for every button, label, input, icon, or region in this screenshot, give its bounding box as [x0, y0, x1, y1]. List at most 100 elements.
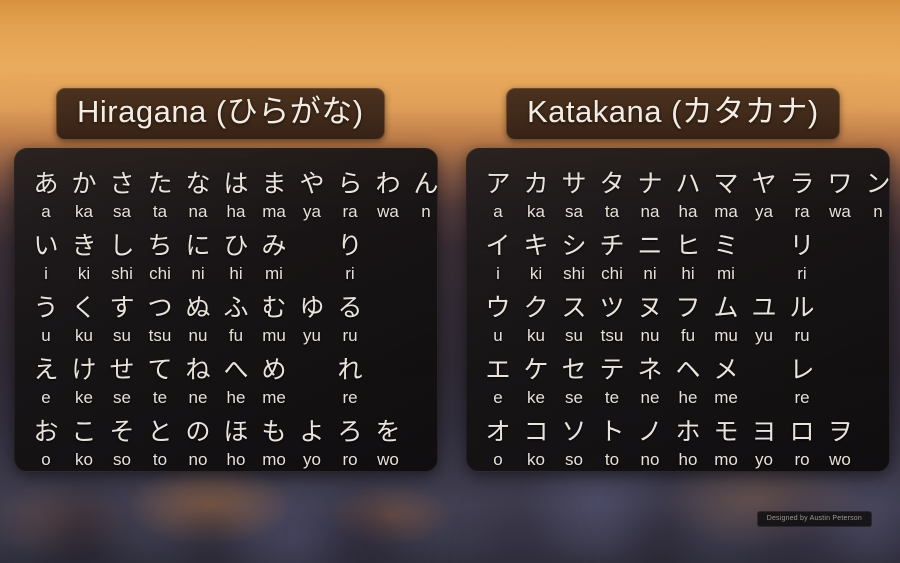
- kana-cell[interactable]: ヤ ya: [745, 169, 783, 223]
- kana-cell[interactable]: モ mo: [707, 417, 745, 471]
- kana-cell[interactable]: ヲ wo: [821, 417, 859, 471]
- kana-cell[interactable]: おo: [27, 417, 65, 471]
- kana-cell[interactable]: セ se: [555, 355, 593, 409]
- kana-romaji: a: [41, 201, 51, 221]
- kana-cell[interactable]: あa: [27, 169, 65, 223]
- kana-cell[interactable]: す su: [103, 293, 141, 347]
- kana-cell[interactable]: せ se: [103, 355, 141, 409]
- kana-cell[interactable]: アa: [479, 169, 517, 223]
- kana-cell[interactable]: り ri: [331, 231, 369, 285]
- kana-cell[interactable]: く ku: [65, 293, 103, 347]
- kana-cell[interactable]: リ ri: [783, 231, 821, 285]
- kana-cell[interactable]: ヌ nu: [631, 293, 669, 347]
- kana-cell[interactable]: マ ma: [707, 169, 745, 223]
- kana-cell[interactable]: ホ ho: [669, 417, 707, 471]
- kana-cell[interactable]: ク ku: [517, 293, 555, 347]
- kana-cell[interactable]: ノ no: [631, 417, 669, 471]
- kana-cell[interactable]: レ re: [783, 355, 821, 409]
- kana-cell[interactable]: キ ki: [517, 231, 555, 285]
- kana-cell-empty: [821, 231, 859, 285]
- kana-cell[interactable]: み mi: [255, 231, 293, 285]
- kana-cell[interactable]: も mo: [255, 417, 293, 471]
- kana-cell[interactable]: さ sa: [103, 169, 141, 223]
- kana-cell[interactable]: れ re: [331, 355, 369, 409]
- kana-row: イ i キ ki シ shi チ chi ニ ni ヒ hi ミ mi リ ri: [479, 223, 877, 285]
- kana-cell[interactable]: な na: [179, 169, 217, 223]
- kana-cell[interactable]: えe: [27, 355, 65, 409]
- kana-cell[interactable]: エe: [479, 355, 517, 409]
- kana-cell[interactable]: て te: [141, 355, 179, 409]
- kana-cell[interactable]: や ya: [293, 169, 331, 223]
- kana-cell[interactable]: ミ mi: [707, 231, 745, 285]
- kana-cell[interactable]: む mu: [255, 293, 293, 347]
- kana-cell[interactable]: コ ko: [517, 417, 555, 471]
- kana-cell[interactable]: うu: [27, 293, 65, 347]
- kana-cell[interactable]: ヒ hi: [669, 231, 707, 285]
- kana-cell[interactable]: ふ fu: [217, 293, 255, 347]
- kana-glyph: キ: [523, 231, 549, 260]
- kana-cell[interactable]: チ chi: [593, 231, 631, 285]
- kana-cell[interactable]: め me: [255, 355, 293, 409]
- kana-cell[interactable]: ソ so: [555, 417, 593, 471]
- kana-cell[interactable]: ネ ne: [631, 355, 669, 409]
- kana-cell[interactable]: ら ra: [331, 169, 369, 223]
- kana-cell[interactable]: ち chi: [141, 231, 179, 285]
- kana-cell[interactable]: ヘ he: [669, 355, 707, 409]
- kana-cell[interactable]: ひ hi: [217, 231, 255, 285]
- kana-cell[interactable]: を wo: [369, 417, 407, 471]
- kana-cell[interactable]: か ka: [65, 169, 103, 223]
- kana-cell[interactable]: テ te: [593, 355, 631, 409]
- kana-cell[interactable]: ロ ro: [783, 417, 821, 471]
- kana-cell[interactable]: いi: [27, 231, 65, 285]
- kana-cell[interactable]: に ni: [179, 231, 217, 285]
- kana-cell[interactable]: へ he: [217, 355, 255, 409]
- kana-cell[interactable]: ウu: [479, 293, 517, 347]
- kana-cell[interactable]: と to: [141, 417, 179, 471]
- kana-cell[interactable]: ワ wa: [821, 169, 859, 223]
- kana-cell[interactable]: ケ ke: [517, 355, 555, 409]
- kana-cell[interactable]: し shi: [103, 231, 141, 285]
- kana-romaji: ra: [342, 201, 358, 221]
- kana-row: ウ u ク ku ス su ツ tsu ヌ nu フ fu ム mu ユ yu ル ru: [479, 285, 877, 347]
- kana-cell[interactable]: メ me: [707, 355, 745, 409]
- kana-cell[interactable]: こ ko: [65, 417, 103, 471]
- hiragana-chart-panel: あ a か ka さ sa た ta な na は ha ま ma や ya ら ra わ wa ん n い i き ki し shi…: [14, 147, 439, 472]
- kana-cell[interactable]: よ yo: [293, 417, 331, 471]
- kana-cell[interactable]: ス su: [555, 293, 593, 347]
- kana-cell[interactable]: ニ ni: [631, 231, 669, 285]
- kana-cell[interactable]: イi: [479, 231, 517, 285]
- kana-cell[interactable]: サ sa: [555, 169, 593, 223]
- kana-cell[interactable]: ろ ro: [331, 417, 369, 471]
- kana-cell[interactable]: る ru: [331, 293, 369, 347]
- kana-cell[interactable]: そ so: [103, 417, 141, 471]
- kana-cell[interactable]: ル ru: [783, 293, 821, 347]
- kana-cell[interactable]: ゆ yu: [293, 293, 331, 347]
- kana-cell[interactable]: ハ ha: [669, 169, 707, 223]
- kana-cell[interactable]: け ke: [65, 355, 103, 409]
- kana-cell[interactable]: ム mu: [707, 293, 745, 347]
- kana-cell[interactable]: んn: [407, 169, 445, 223]
- kana-cell[interactable]: つ tsu: [141, 293, 179, 347]
- kana-cell[interactable]: ね ne: [179, 355, 217, 409]
- kana-cell[interactable]: オo: [479, 417, 517, 471]
- kana-cell[interactable]: カ ka: [517, 169, 555, 223]
- kana-cell[interactable]: タ ta: [593, 169, 631, 223]
- kana-cell[interactable]: わ wa: [369, 169, 407, 223]
- kana-cell[interactable]: ト to: [593, 417, 631, 471]
- kana-cell[interactable]: ヨ yo: [745, 417, 783, 471]
- kana-cell[interactable]: ツ tsu: [593, 293, 631, 347]
- kana-cell[interactable]: フ fu: [669, 293, 707, 347]
- kana-cell[interactable]: た ta: [141, 169, 179, 223]
- kana-cell[interactable]: ンn: [859, 169, 897, 223]
- kana-cell[interactable]: ま ma: [255, 169, 293, 223]
- kana-cell[interactable]: ほ ho: [217, 417, 255, 471]
- kana-cell[interactable]: の no: [179, 417, 217, 471]
- kana-romaji: mu: [262, 325, 286, 345]
- kana-cell[interactable]: き ki: [65, 231, 103, 285]
- kana-cell[interactable]: ナ na: [631, 169, 669, 223]
- kana-cell[interactable]: ぬ nu: [179, 293, 217, 347]
- kana-cell[interactable]: シ shi: [555, 231, 593, 285]
- kana-cell[interactable]: ユ yu: [745, 293, 783, 347]
- kana-cell[interactable]: ラ ra: [783, 169, 821, 223]
- kana-cell[interactable]: は ha: [217, 169, 255, 223]
